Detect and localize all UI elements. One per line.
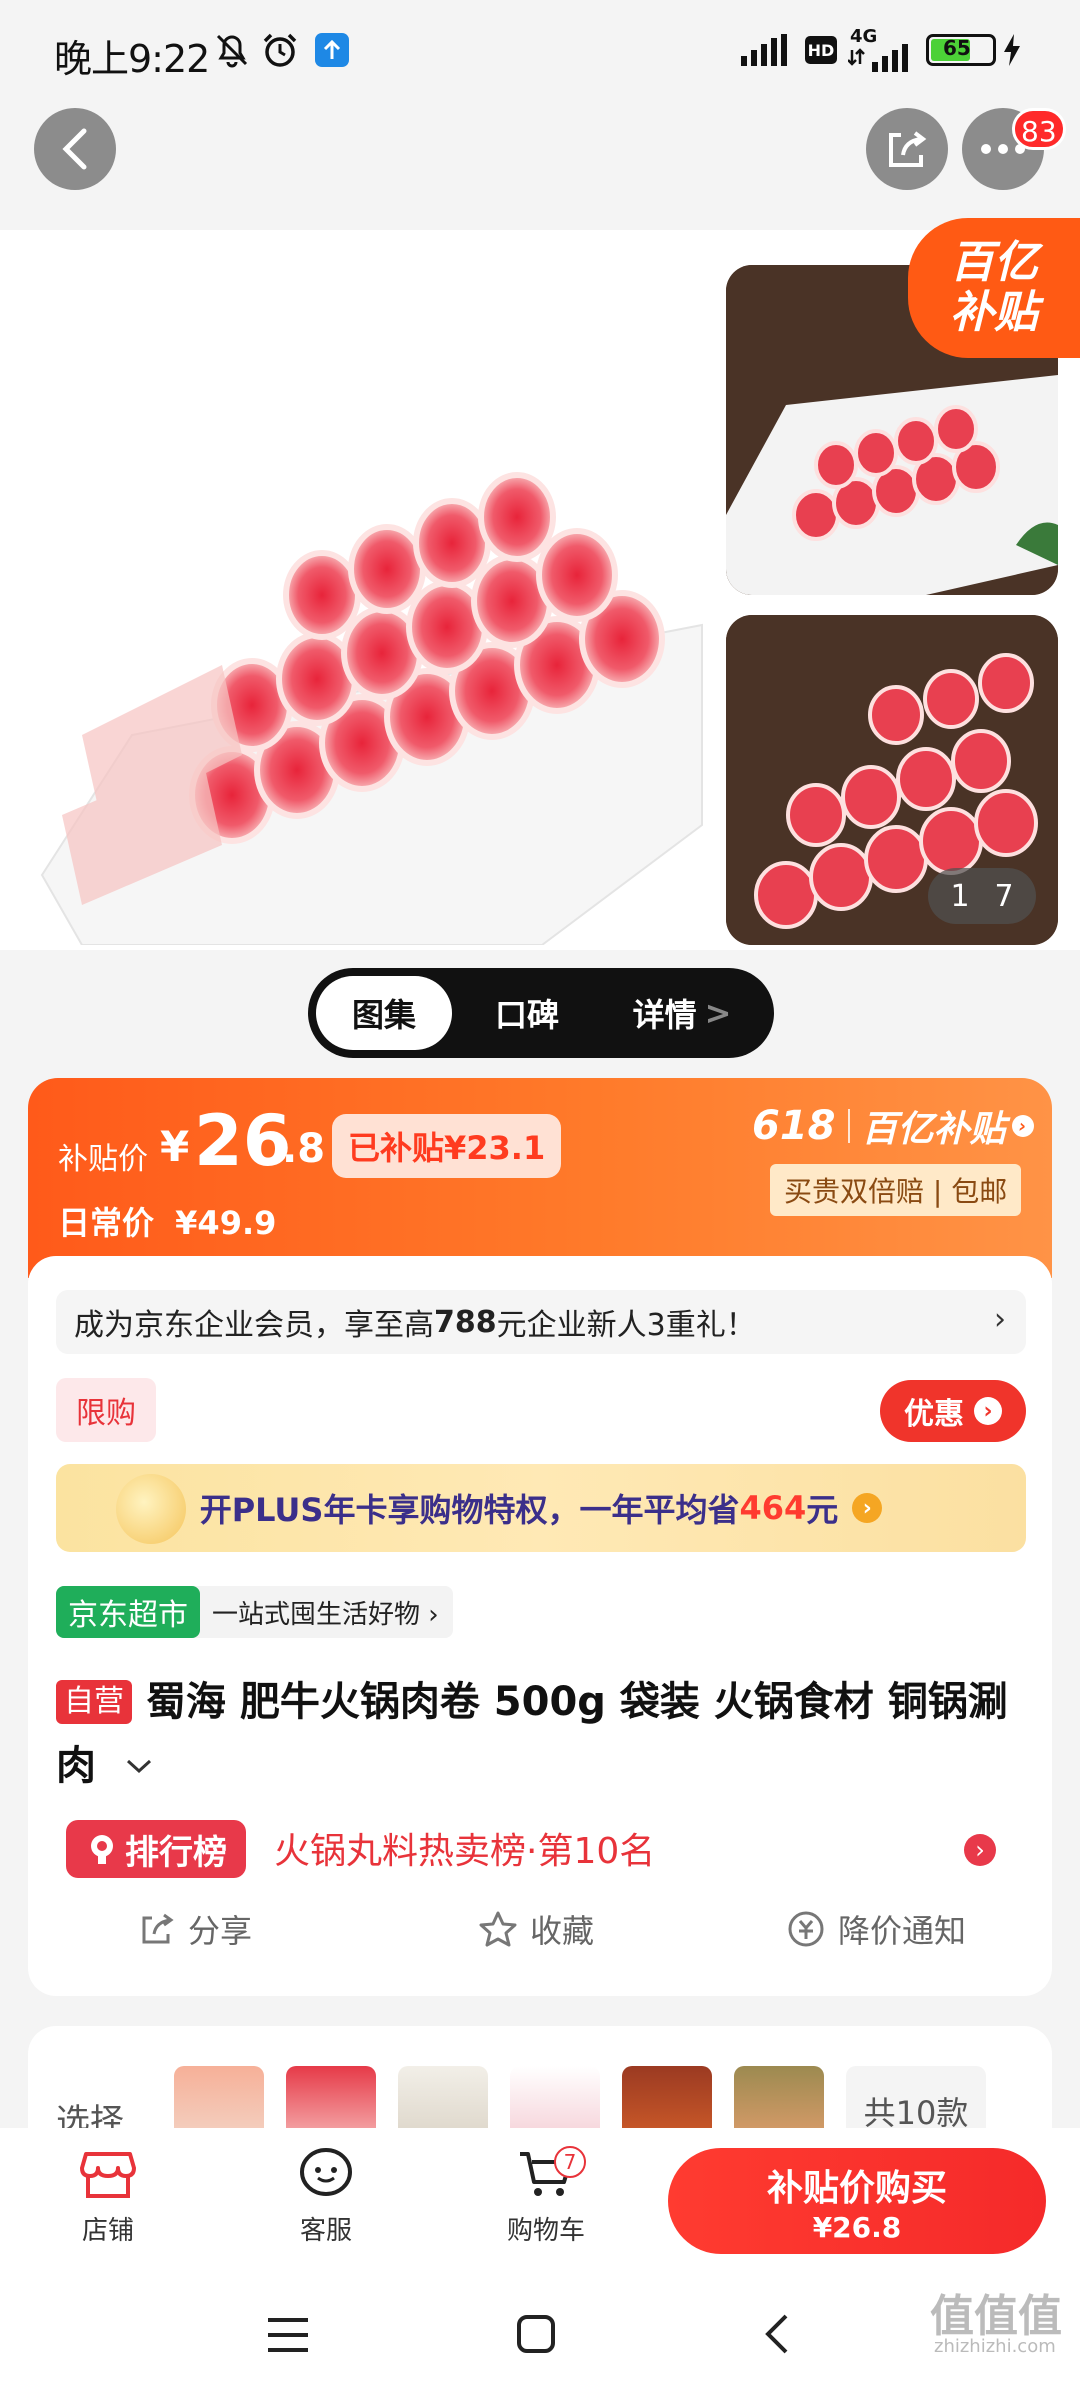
discount-button[interactable]: 优惠 › [880,1380,1026,1442]
upload-notification-icon [314,28,350,72]
ranking-label: 排行榜 [125,1832,227,1873]
product-title-block: 自营 蜀海 肥牛火锅肉卷 500g 袋装 火锅食材 铜锅涮肉 [56,1672,1026,1796]
status-bar: 晚上9:22 HD 4G 65 [0,0,1080,100]
ranking-text[interactable]: 火锅丸料热卖榜·第10名 [274,1822,655,1874]
gallery-pager: 1 7 [928,868,1036,924]
subsidy-tag-line1: 百亿 [950,237,1038,288]
ranking-tag: 排行榜 [66,1820,246,1878]
divider [847,1109,850,1143]
cart-count-badge: 7 [554,2146,586,2178]
back-button[interactable] [34,108,116,190]
pager-total: 7 [994,878,1014,914]
store-tab[interactable]: 店铺 [62,2146,154,2247]
subsidy-tag-line2: 补贴 [950,287,1038,338]
favorite-label: 收藏 [530,1912,595,1950]
buy-button[interactable]: 补贴价购买 ¥26.8 [668,2148,1046,2254]
plus-amount: 464 [739,1489,807,1527]
notice-text-post: 元企业新人3重礼！ [496,1308,756,1343]
chevron-right-icon: › [852,1493,883,1523]
cart-label: 购物车 [506,2216,585,2246]
subsidy-corner-tag: 百亿 补贴 [908,218,1080,358]
customer-service-label: 客服 [299,2216,352,2246]
tab-gallery[interactable]: 图集 [316,976,452,1050]
plus-membership-banner[interactable]: 开PLUS年卡享购物特权，一年平均省 464 元 › [56,1464,1026,1552]
store-label: 店铺 [81,2216,134,2246]
network-4g-icon: 4G [848,26,918,74]
chevron-right-icon: › [1011,1115,1034,1137]
hd-icon: HD [804,28,838,72]
chat-face-icon [300,2148,352,2196]
star-icon [479,1911,517,1947]
enterprise-notice[interactable]: 成为京东企业会员，享至高 788 元企业新人3重礼！ › [56,1290,1026,1354]
share-icon [142,1913,174,1944]
pager-current: 1 [950,878,970,914]
back-arrow-icon [62,128,87,170]
watermark-url: zhizhizhi.com [934,2336,1056,2357]
ranking-arrow-icon[interactable]: › [964,1834,996,1866]
bell-muted-icon [212,28,252,72]
chevron-right-icon: › [974,1397,1002,1425]
buy-button-price: ¥26.8 [812,2210,902,2244]
expand-chevron-icon[interactable] [124,1732,154,1792]
price-decimal: .8 [282,1126,326,1172]
buy-button-label: 补贴价购买 [766,2167,947,2209]
promo-brand: 百亿补贴 [861,1109,1006,1150]
alarm-clock-icon [258,28,302,72]
charging-icon [1000,28,1024,72]
notification-badge: 83 [1012,108,1066,150]
daily-price-value: ¥49.9 [175,1204,277,1242]
signal-icon [740,28,790,72]
battery-icon: 65 [926,34,996,66]
favorite-action[interactable]: 收藏 [478,1906,594,1952]
chevron-right-icon: > [704,994,732,1032]
promo-618: 618 [752,1103,836,1149]
back-nav-icon[interactable] [762,2312,792,2360]
trophy-icon [91,1835,113,1864]
notice-text-num: 788 [434,1304,497,1340]
subsidized-amount-tag: 已补贴¥23.1 [332,1114,562,1178]
price-integer: 26 [194,1100,292,1182]
store-slogan: 一站式囤生活好物 › [212,1599,439,1630]
moon-decoration-icon [116,1474,186,1544]
share-button[interactable] [866,108,948,190]
main-product-image[interactable] [22,265,704,945]
share-action[interactable]: 分享 [138,1906,252,1952]
tab-details[interactable]: 详情 > [602,976,762,1050]
tab-details-label: 详情 [632,996,697,1034]
media-tabs: 图集 口碑 详情 > [308,968,774,1058]
price-currency: ¥ [160,1122,190,1171]
promo-618-brand[interactable]: 618 百亿补贴 › [752,1100,1034,1152]
beef-rolls-image [40,472,703,945]
status-time: 晚上9:22 [54,37,210,81]
purchase-limit-tag: 限购 [56,1378,156,1442]
price-alert-action[interactable]: 降价通知 [786,1906,966,1952]
product-title: 蜀海 肥牛火锅肉卷 500g 袋装 火锅食材 铜锅涮肉 [56,1679,1008,1789]
plus-text-pre: 开PLUS年卡享购物特权，一年平均省 [199,1491,740,1529]
price-alert-label: 降价通知 [838,1912,967,1950]
discount-label: 优惠 [904,1397,964,1432]
daily-price: 日常价 ¥49.9 [58,1198,276,1244]
system-nav-bar: 值值值 zhizhizhi.com [0,2278,1080,2400]
self-operated-tag: 自营 [56,1680,132,1724]
jd-supermarket-tag: 京东超市 [56,1586,200,1638]
store-banner[interactable]: 京东超市 一站式囤生活好物 › [56,1586,453,1638]
subsidy-price-label: 补贴价 [58,1142,148,1177]
watermark-logo: 值值值 [930,2291,1062,2342]
plus-text-post: 元 [806,1491,839,1529]
store-icon [80,2152,136,2198]
promo-guarantee: 买贵双倍赔 | 包邮 [770,1164,1022,1216]
price-banner: 补贴价 ¥ 26 .8 已补贴¥23.1 日常价 ¥49.9 618 百亿补贴 … [28,1078,1052,1278]
share-label: 分享 [188,1912,253,1950]
customer-service-tab[interactable]: 客服 [280,2146,372,2247]
notice-text-pre: 成为京东企业会员，享至高 [74,1308,434,1343]
chevron-right-icon: › [994,1302,1006,1337]
tab-reviews[interactable]: 口碑 [452,976,602,1050]
battery-level: 65 [943,36,971,60]
home-icon[interactable] [516,2314,556,2358]
price-drop-icon [788,1911,824,1947]
menu-icon[interactable] [266,2316,310,2358]
daily-price-label: 日常价 [58,1204,155,1242]
share-icon [889,131,927,167]
